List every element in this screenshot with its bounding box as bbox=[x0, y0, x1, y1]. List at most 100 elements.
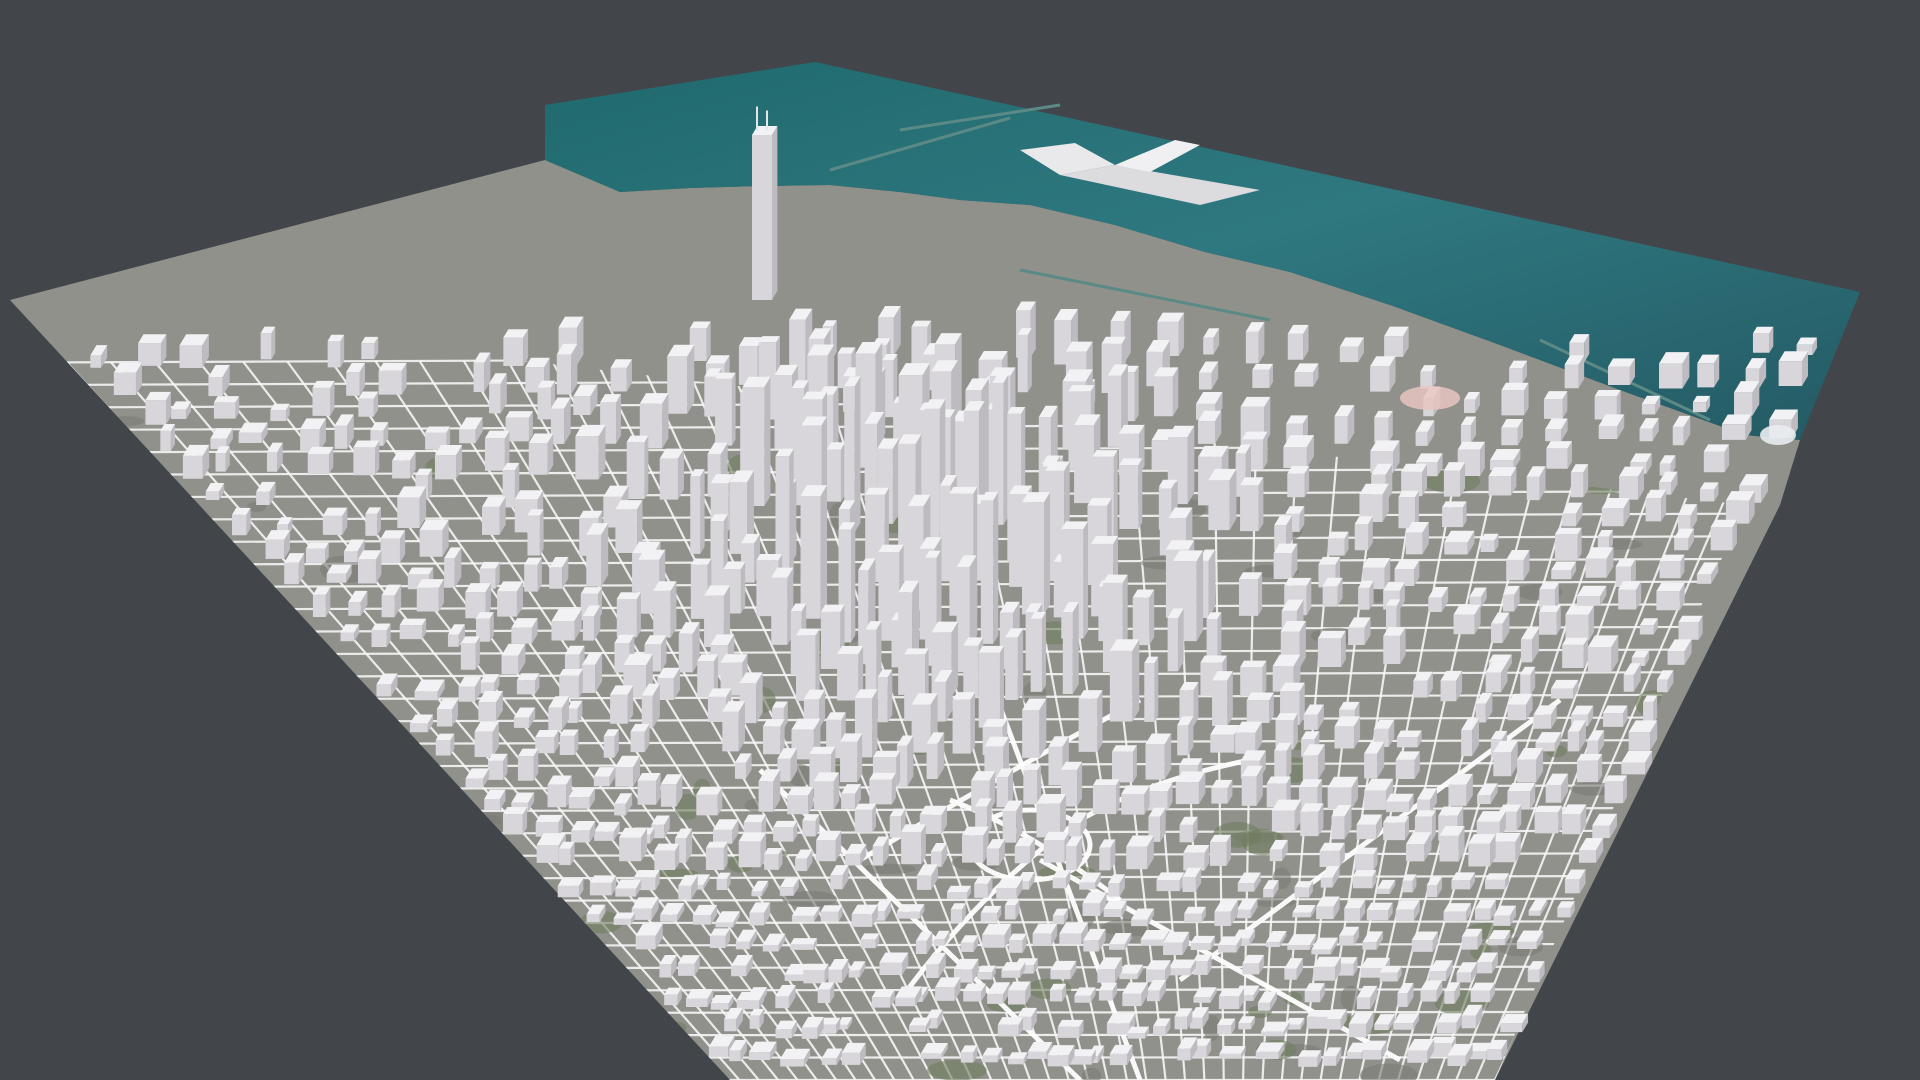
building bbox=[1190, 935, 1216, 950]
building bbox=[1352, 870, 1377, 889]
building bbox=[1618, 581, 1642, 610]
building bbox=[709, 928, 730, 949]
building bbox=[722, 701, 746, 752]
building bbox=[1208, 468, 1237, 531]
building bbox=[974, 876, 993, 898]
building bbox=[1710, 519, 1737, 551]
street bbox=[617, 965, 1548, 969]
building bbox=[980, 491, 999, 644]
building bbox=[1049, 983, 1067, 1002]
building bbox=[603, 729, 619, 758]
building bbox=[1004, 898, 1020, 920]
building bbox=[869, 772, 896, 805]
building bbox=[589, 875, 617, 896]
building bbox=[1219, 1046, 1246, 1059]
building bbox=[738, 832, 767, 868]
building bbox=[817, 982, 835, 1004]
building bbox=[1023, 764, 1041, 805]
building bbox=[1193, 954, 1212, 975]
building bbox=[270, 403, 290, 422]
building bbox=[1121, 785, 1150, 815]
3d-map-viewport[interactable] bbox=[0, 0, 1920, 1080]
building bbox=[113, 362, 143, 396]
building bbox=[1002, 800, 1023, 843]
building bbox=[1358, 580, 1374, 610]
building bbox=[1448, 773, 1473, 806]
building bbox=[615, 879, 642, 897]
building bbox=[1317, 630, 1346, 668]
building bbox=[816, 830, 842, 862]
building bbox=[626, 435, 649, 499]
building bbox=[610, 685, 634, 724]
building bbox=[1607, 358, 1635, 386]
building bbox=[1334, 716, 1361, 749]
building bbox=[1197, 410, 1222, 444]
building bbox=[1697, 354, 1720, 388]
building bbox=[1255, 1042, 1285, 1059]
building bbox=[1699, 482, 1719, 502]
building bbox=[820, 905, 843, 922]
building bbox=[231, 507, 251, 536]
building bbox=[586, 523, 609, 587]
building bbox=[1235, 721, 1263, 754]
building bbox=[947, 885, 972, 899]
building bbox=[138, 334, 167, 366]
building bbox=[1132, 589, 1155, 646]
building bbox=[1659, 554, 1685, 579]
building bbox=[1370, 356, 1396, 392]
building bbox=[260, 326, 276, 360]
building bbox=[1167, 608, 1184, 672]
building bbox=[511, 618, 538, 644]
building bbox=[764, 847, 783, 870]
building bbox=[1461, 928, 1483, 950]
building bbox=[312, 587, 331, 617]
building bbox=[1287, 324, 1309, 360]
building bbox=[1386, 793, 1414, 813]
building bbox=[575, 424, 606, 480]
building bbox=[397, 486, 427, 528]
building bbox=[1501, 419, 1524, 446]
building bbox=[1576, 753, 1603, 783]
building bbox=[346, 362, 366, 396]
stadium bbox=[1400, 386, 1460, 410]
building bbox=[416, 579, 444, 612]
building bbox=[1570, 464, 1589, 498]
building bbox=[997, 1017, 1024, 1037]
building bbox=[1212, 671, 1233, 726]
building bbox=[550, 397, 571, 445]
building bbox=[1501, 382, 1529, 416]
building bbox=[1550, 679, 1579, 699]
city-scene[interactable] bbox=[0, 0, 1920, 1080]
building bbox=[1294, 881, 1313, 898]
building bbox=[678, 622, 700, 673]
building bbox=[524, 557, 542, 592]
building bbox=[145, 391, 171, 425]
building bbox=[435, 733, 455, 756]
building bbox=[559, 729, 579, 756]
building bbox=[1300, 803, 1324, 837]
building bbox=[1485, 873, 1509, 890]
building bbox=[926, 732, 945, 779]
building bbox=[1022, 698, 1047, 758]
building bbox=[1643, 695, 1658, 724]
building bbox=[1057, 1019, 1084, 1038]
building bbox=[1561, 804, 1587, 835]
building bbox=[1078, 690, 1103, 752]
building bbox=[654, 843, 680, 871]
building bbox=[826, 442, 846, 502]
building bbox=[1443, 903, 1472, 922]
building bbox=[238, 422, 268, 444]
building bbox=[1565, 605, 1595, 641]
building bbox=[1144, 656, 1159, 722]
building bbox=[1383, 816, 1409, 841]
building bbox=[1179, 816, 1198, 843]
building bbox=[1470, 982, 1495, 1003]
building bbox=[358, 391, 379, 417]
building bbox=[503, 329, 529, 367]
building bbox=[1127, 1026, 1150, 1039]
building bbox=[1005, 628, 1024, 701]
building bbox=[1383, 626, 1406, 664]
building bbox=[715, 372, 736, 446]
building bbox=[1298, 1050, 1322, 1067]
building bbox=[322, 507, 348, 535]
